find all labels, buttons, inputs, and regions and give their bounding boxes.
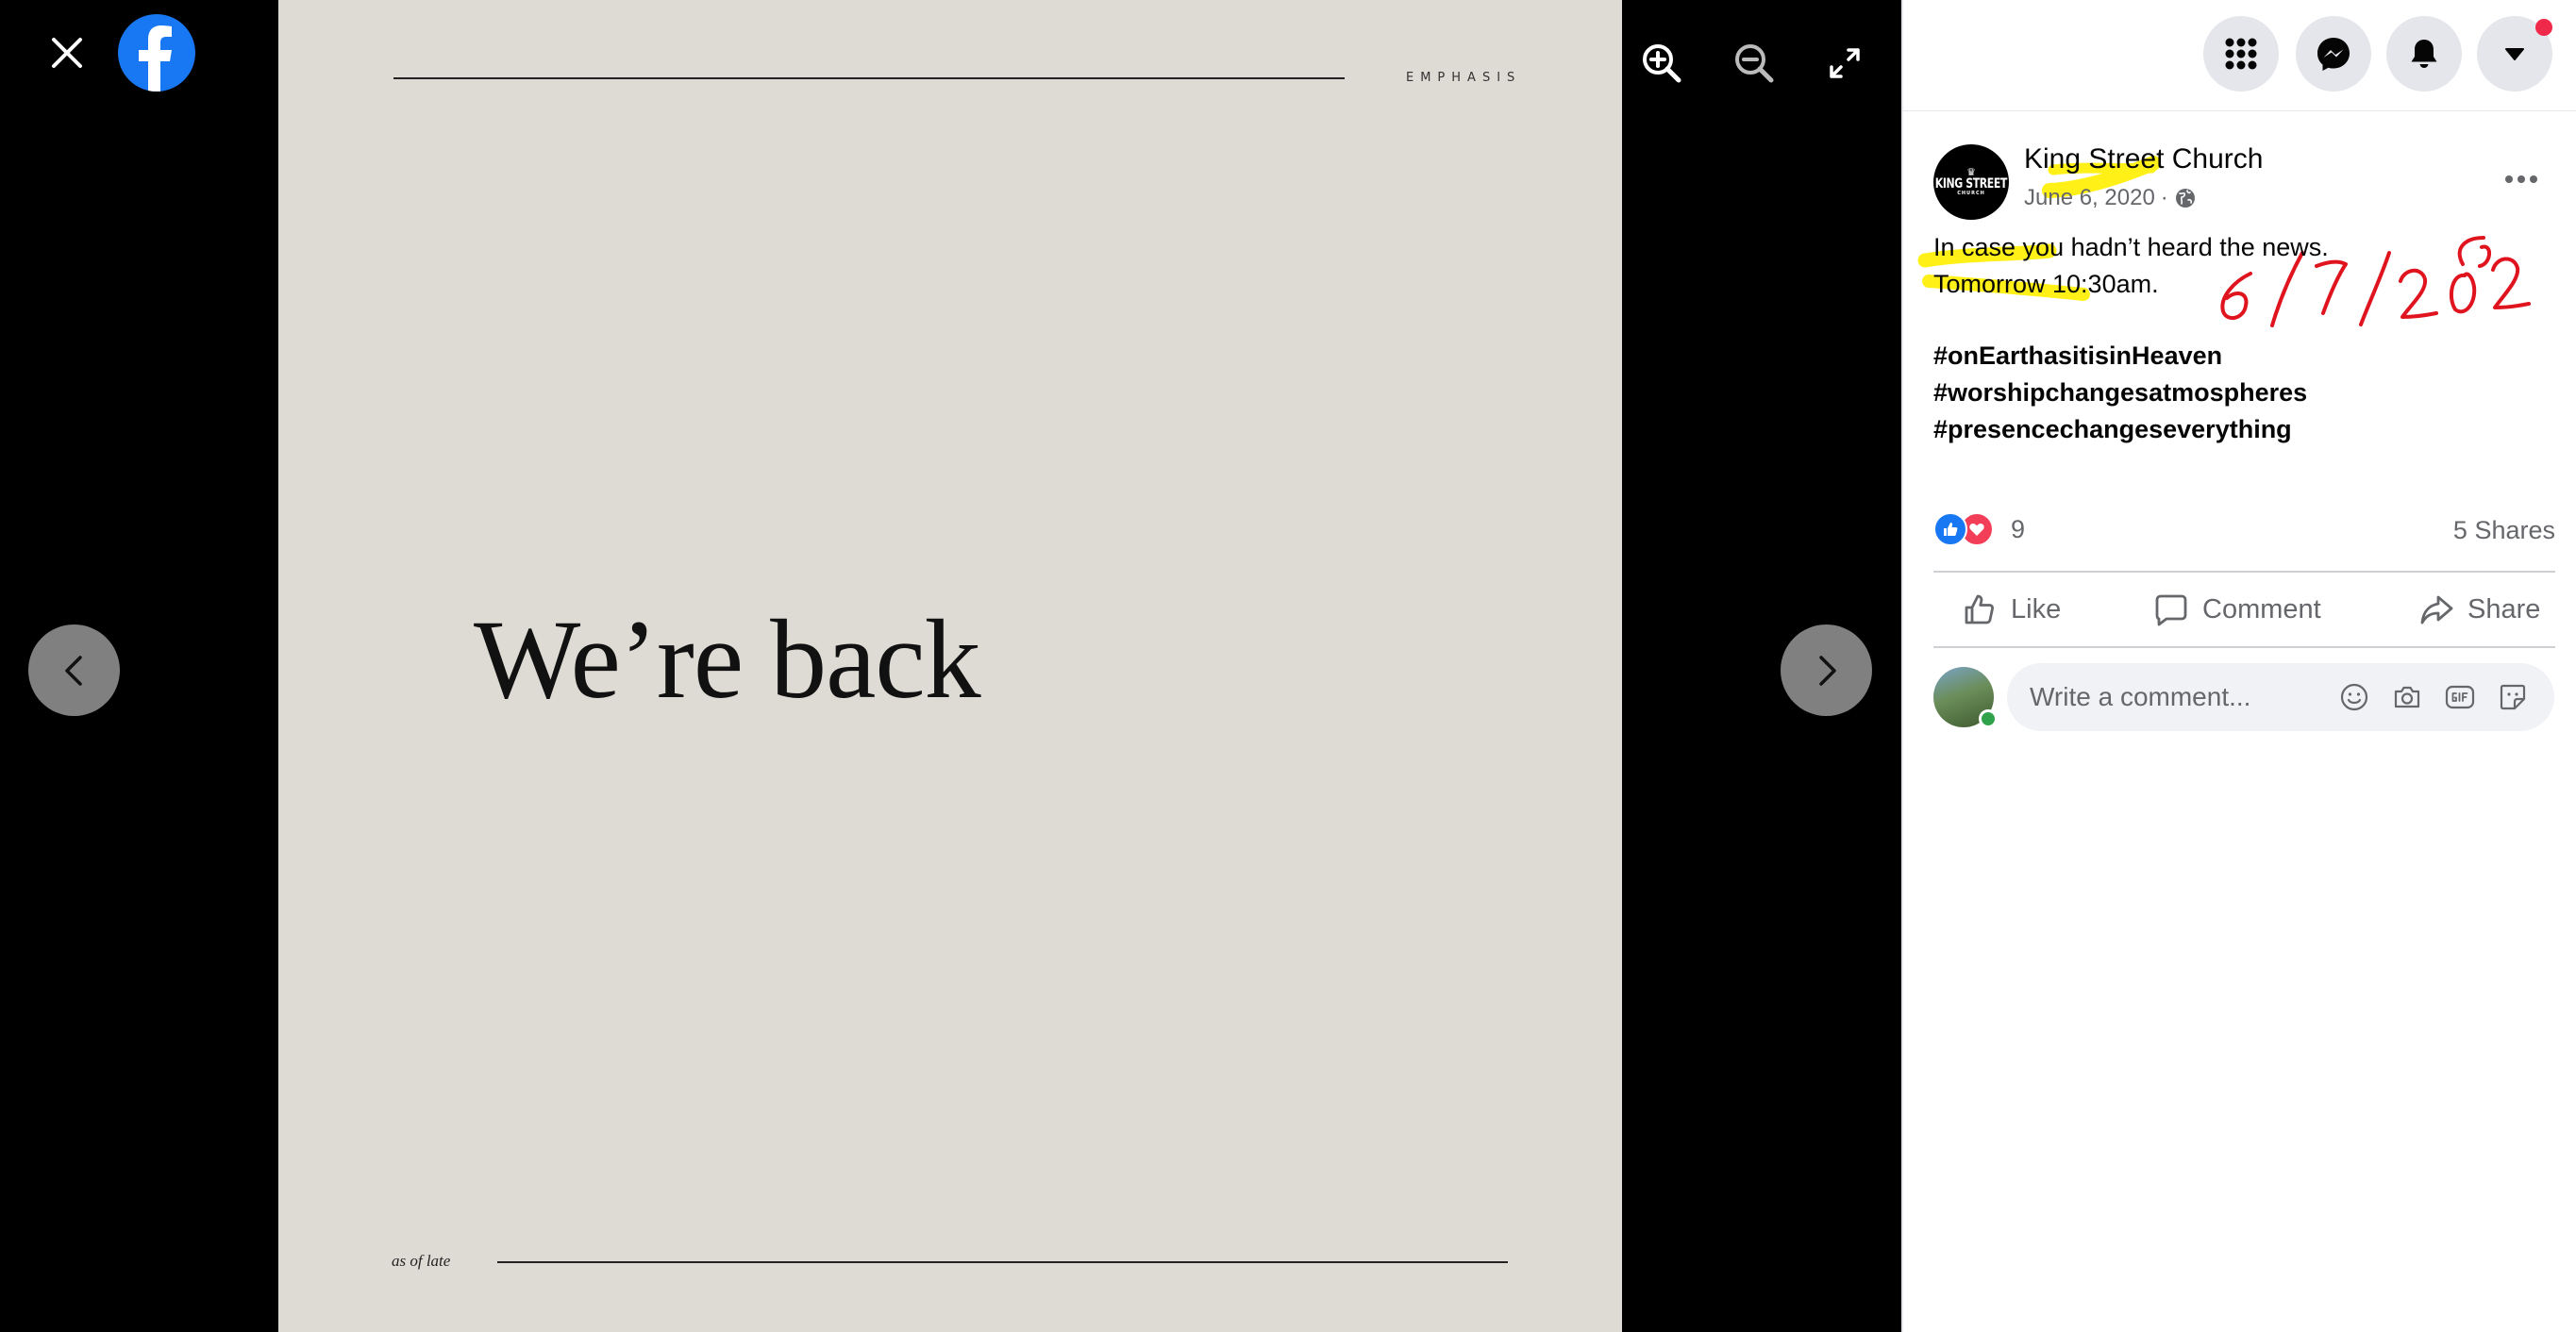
- avatar-logo-sub: CHURCH: [1957, 191, 1985, 196]
- notifications-button[interactable]: [2386, 16, 2462, 92]
- expand-icon: [1830, 48, 1860, 78]
- previous-photo-button[interactable]: [28, 624, 120, 716]
- share-icon: [2420, 595, 2453, 624]
- zoom-out-icon: [1735, 44, 1774, 83]
- camera-icon: [2394, 686, 2420, 708]
- comment-icon: [2155, 594, 2187, 626]
- hashtag-link[interactable]: #onEarthasitisinHeaven: [1933, 341, 2222, 371]
- comment-label: Comment: [2202, 593, 2321, 624]
- page-avatar[interactable]: ♛ KING STREET CHURCH: [1933, 144, 2009, 220]
- photo-headline: We’re back: [474, 596, 981, 722]
- avatar-logo-name: KING STREET: [1934, 176, 2008, 191]
- zoom-out-button[interactable]: [1725, 34, 1783, 92]
- facebook-f-icon: [139, 25, 172, 92]
- globe-icon: [2175, 189, 2195, 208]
- facebook-logo[interactable]: [118, 14, 195, 92]
- chevron-left-icon: [64, 655, 82, 686]
- caret-down-icon: [2505, 48, 2524, 60]
- share-label: Share: [2467, 593, 2541, 624]
- chevron-right-icon: [1818, 655, 1836, 686]
- more-horizontal-icon: [2505, 175, 2537, 183]
- post-action-bar: Like Comment Share: [1933, 571, 2555, 648]
- online-status-dot: [1979, 709, 1998, 728]
- close-button[interactable]: [38, 28, 96, 77]
- next-photo-button[interactable]: [1781, 624, 1872, 716]
- panel-header: [1903, 0, 2576, 111]
- grid-menu-icon: [2225, 38, 2257, 70]
- like-button[interactable]: Like: [1962, 573, 2061, 646]
- post-date-link[interactable]: June 6, 2020: [2024, 185, 2155, 211]
- emoji-icon: [2340, 683, 2368, 711]
- bell-icon: [2411, 40, 2437, 68]
- photo-top-rule: [393, 77, 1345, 79]
- photo-footer-text: as of late: [392, 1252, 451, 1270]
- share-button[interactable]: Share: [2418, 573, 2540, 646]
- hashtag-link[interactable]: #presencechangeseverything: [1933, 415, 2292, 444]
- reactions-summary[interactable]: 9: [1933, 512, 2025, 546]
- gif-icon: [2445, 685, 2475, 709]
- thumbs-up-icon: [1965, 594, 1994, 624]
- emoji-button[interactable]: [2337, 680, 2371, 714]
- post-meta: June 6, 2020 ·: [2024, 185, 2197, 211]
- post-photo: EMPHASIS We’re back as of late: [278, 0, 1622, 1332]
- reaction-count: 9: [2011, 514, 2026, 543]
- comment-input[interactable]: [2030, 663, 2341, 731]
- sticker-button[interactable]: [2496, 680, 2530, 714]
- meta-separator: ·: [2160, 185, 2168, 210]
- close-icon: [52, 38, 82, 68]
- messenger-button[interactable]: [2296, 16, 2371, 92]
- page-name-link[interactable]: King Street Church: [2024, 143, 2263, 175]
- zoom-in-button[interactable]: [1632, 34, 1691, 92]
- sticker-icon: [2500, 684, 2526, 710]
- comment-button[interactable]: Comment: [2153, 573, 2321, 646]
- like-label: Like: [2011, 593, 2062, 624]
- thumbs-up-icon: [1944, 523, 1958, 536]
- like-reaction-icon: [1933, 512, 1967, 546]
- more-options-button[interactable]: [2498, 160, 2545, 198]
- fullscreen-button[interactable]: [1815, 34, 1874, 92]
- shares-count[interactable]: 5 Shares: [2453, 516, 2555, 545]
- notification-dot: [2535, 19, 2552, 36]
- menu-button[interactable]: [2203, 16, 2279, 92]
- photo-bottom-rule: [497, 1261, 1508, 1263]
- comment-composer: [2007, 663, 2554, 731]
- gif-button[interactable]: [2443, 680, 2477, 714]
- messenger-icon: [2317, 38, 2350, 71]
- post-side-panel: ♛ KING STREET CHURCH King Street Church …: [1901, 0, 2576, 1332]
- heart-icon: [1969, 524, 1984, 536]
- hashtag-link[interactable]: #worshipchangesatmospheres: [1933, 378, 2307, 408]
- zoom-in-icon: [1643, 44, 1681, 83]
- attach-photo-button[interactable]: [2390, 680, 2424, 714]
- photo-tag-text: EMPHASIS: [1406, 71, 1522, 85]
- photo-viewer: EMPHASIS We’re back as of late: [0, 0, 1901, 1332]
- post-message: In case you hadn’t heard the news. Tomor…: [1933, 233, 2329, 298]
